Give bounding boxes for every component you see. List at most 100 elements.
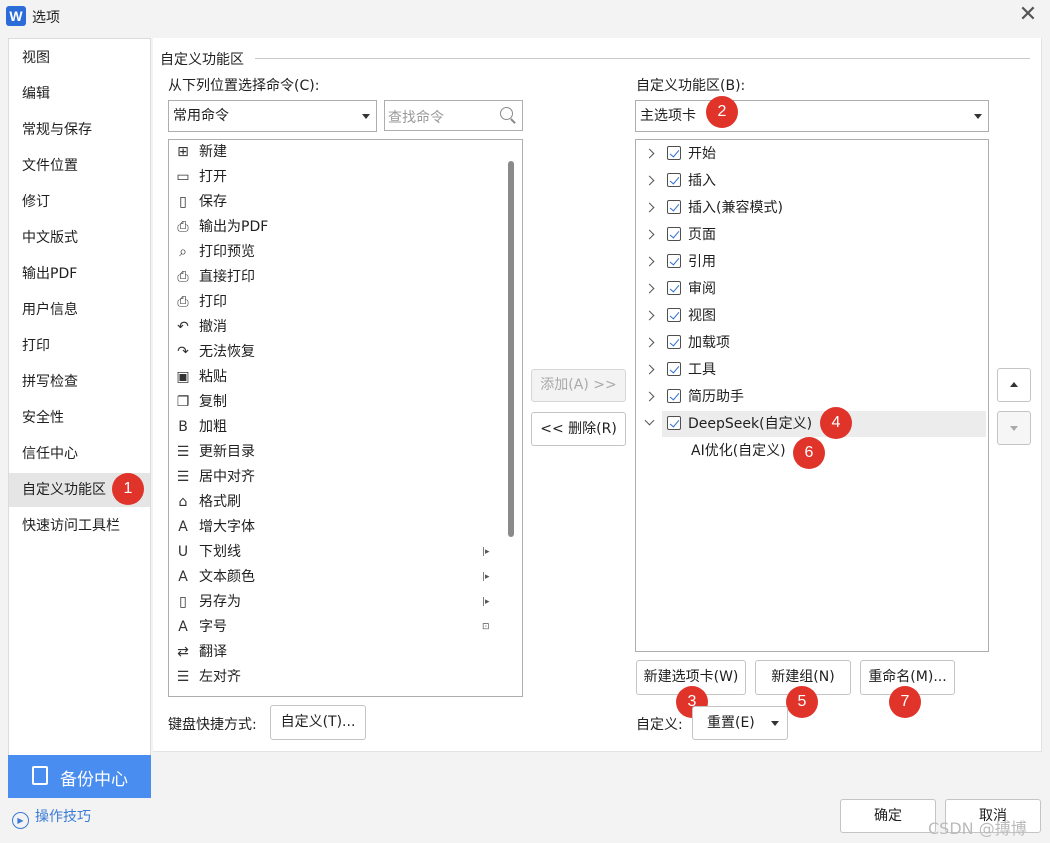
- command-item[interactable]: ⎙ 直接打印: [169, 265, 509, 290]
- command-item[interactable]: ⎙ 打印: [169, 290, 509, 315]
- search-icon: [500, 107, 513, 120]
- command-list-scrollbar[interactable]: [508, 161, 514, 537]
- ribbon-tab-node[interactable]: 视图: [636, 303, 988, 329]
- chevron-right-icon[interactable]: [644, 256, 655, 267]
- sidebar-item-revision[interactable]: 修订: [9, 185, 150, 219]
- sidebar-item-general-save[interactable]: 常规与保存: [9, 113, 150, 147]
- tab-checkbox[interactable]: [667, 254, 681, 268]
- tab-checkbox[interactable]: [667, 362, 681, 376]
- submenu-icon[interactable]: |▸: [482, 565, 490, 590]
- chevron-right-icon[interactable]: [644, 229, 655, 240]
- ribbon-tab-node[interactable]: DeepSeek(自定义): [636, 411, 988, 437]
- command-item[interactable]: ↶ 撤消: [169, 315, 509, 340]
- submenu-icon[interactable]: |▸: [482, 590, 490, 615]
- command-item[interactable]: ↷ 无法恢复: [169, 340, 509, 365]
- ribbon-tree[interactable]: 开始插入插入(兼容模式) 页面 引用 审阅 视图 加载项 工具 简历助手 DeepSeek(自定…: [635, 139, 989, 652]
- tips-link[interactable]: ▶ 操作技巧: [12, 806, 91, 829]
- sidebar-item-view[interactable]: 视图: [9, 41, 150, 75]
- move-down-button[interactable]: [997, 411, 1031, 445]
- ribbon-tab-node[interactable]: 引用: [636, 249, 988, 275]
- command-item[interactable]: A 字号 ⊡: [169, 615, 509, 640]
- dropdown-arrow-icon: [362, 114, 370, 119]
- ribbon-tab-node[interactable]: 工具: [636, 357, 988, 383]
- command-item[interactable]: ▯ 保存: [169, 190, 509, 215]
- ribbon-tab-node[interactable]: 插入: [636, 168, 988, 194]
- sidebar-item-spellcheck[interactable]: 拼写检查: [9, 365, 150, 399]
- tab-checkbox[interactable]: [667, 146, 681, 160]
- choose-from-dropdown[interactable]: 常用命令: [168, 100, 377, 132]
- ribbon-tab-node[interactable]: 简历助手: [636, 384, 988, 410]
- command-label: 居中对齐: [199, 469, 255, 485]
- ribbon-tab-node[interactable]: 审阅: [636, 276, 988, 302]
- sidebar-item-trust-center[interactable]: 信任中心: [9, 437, 150, 471]
- search-input[interactable]: 查找命令: [384, 100, 523, 131]
- tab-checkbox[interactable]: [667, 416, 681, 430]
- ok-button[interactable]: 确定: [840, 799, 936, 833]
- command-item[interactable]: ⌂ 格式刷: [169, 490, 509, 515]
- sidebar-item-edit[interactable]: 编辑: [9, 77, 150, 111]
- direct-print-icon: ⎙: [177, 269, 189, 285]
- sidebar-item-chinese-layout[interactable]: 中文版式: [9, 221, 150, 255]
- chevron-right-icon[interactable]: [644, 283, 655, 294]
- chevron-right-icon[interactable]: [644, 310, 655, 321]
- command-item[interactable]: A 增大字体: [169, 515, 509, 540]
- command-item[interactable]: ☰ 更新目录: [169, 440, 509, 465]
- command-item[interactable]: ⇄ 翻译: [169, 640, 509, 665]
- chevron-down-icon[interactable]: [644, 415, 655, 426]
- backup-center-button[interactable]: 备份中心: [8, 755, 151, 798]
- command-item[interactable]: ▭ 打开: [169, 165, 509, 190]
- submenu-icon[interactable]: ⊡: [482, 615, 490, 640]
- reset-dropdown-button[interactable]: 重置(E): [692, 706, 788, 740]
- tab-checkbox[interactable]: [667, 308, 681, 322]
- sidebar-item-print[interactable]: 打印: [9, 329, 150, 363]
- sidebar-item-export-pdf[interactable]: 输出PDF: [9, 257, 150, 291]
- sidebar-item-file-location[interactable]: 文件位置: [9, 149, 150, 183]
- tab-checkbox[interactable]: [667, 200, 681, 214]
- remove-button[interactable]: << 删除(R): [531, 412, 626, 446]
- chevron-right-icon[interactable]: [644, 175, 655, 186]
- tab-checkbox[interactable]: [667, 335, 681, 349]
- command-item[interactable]: ⌕ 打印预览: [169, 240, 509, 265]
- command-item[interactable]: U 下划线 |▸: [169, 540, 509, 565]
- tab-checkbox[interactable]: [667, 227, 681, 241]
- command-label: 保存: [199, 194, 227, 210]
- tab-checkbox[interactable]: [667, 173, 681, 187]
- sidebar-item-security[interactable]: 安全性: [9, 401, 150, 435]
- sidebar-item-quick-access[interactable]: 快速访问工具栏: [9, 509, 150, 543]
- customize-ribbon-dropdown[interactable]: 主选项卡: [635, 100, 989, 132]
- chevron-right-icon[interactable]: [644, 202, 655, 213]
- close-icon[interactable]: ✕: [1016, 3, 1040, 27]
- chevron-right-icon[interactable]: [644, 148, 655, 159]
- tab-label: 开始: [688, 146, 716, 162]
- command-item[interactable]: ☰ 居中对齐: [169, 465, 509, 490]
- tab-checkbox[interactable]: [667, 389, 681, 403]
- choose-from-value: 常用命令: [173, 108, 229, 124]
- section-title: 自定义功能区: [160, 52, 244, 68]
- command-item[interactable]: ⊞ 新建: [169, 140, 509, 165]
- command-label: 无法恢复: [199, 344, 255, 360]
- ribbon-tab-node[interactable]: 加载项: [636, 330, 988, 356]
- ribbon-tab-node[interactable]: 开始: [636, 141, 988, 167]
- add-button[interactable]: 添加(A) >>: [531, 369, 626, 402]
- sidebar-item-user-info[interactable]: 用户信息: [9, 293, 150, 327]
- ribbon-tab-node[interactable]: 插入(兼容模式): [636, 195, 988, 221]
- command-item[interactable]: ▣ 粘贴: [169, 365, 509, 390]
- move-up-button[interactable]: [997, 368, 1031, 402]
- bold-icon: B: [178, 419, 188, 435]
- command-list[interactable]: ⊞ 新建 ▭ 打开 ▯ 保存 ⎙ 输出为PDF ⌕ 打印预览 ⎙ 直接打印 ⎙ 打印 ↶ 撤消 ↷ 无法恢复 ▣ 粘贴…: [168, 139, 523, 697]
- tab-checkbox[interactable]: [667, 281, 681, 295]
- command-item[interactable]: ▯ 另存为 |▸: [169, 590, 509, 615]
- keyboard-customize-button[interactable]: 自定义(T)...: [270, 705, 366, 740]
- command-item[interactable]: ☰ 左对齐: [169, 665, 509, 690]
- command-item[interactable]: B 加粗: [169, 415, 509, 440]
- command-item[interactable]: A 文本颜色 |▸: [169, 565, 509, 590]
- command-item[interactable]: ⎙ 输出为PDF: [169, 215, 509, 240]
- command-item[interactable]: ❐ 复制: [169, 390, 509, 415]
- chevron-right-icon[interactable]: [644, 364, 655, 375]
- submenu-icon[interactable]: |▸: [482, 540, 490, 565]
- chevron-right-icon[interactable]: [644, 391, 655, 402]
- chevron-right-icon[interactable]: [644, 337, 655, 348]
- redo-icon: ↷: [177, 344, 189, 360]
- ribbon-tab-node[interactable]: 页面: [636, 222, 988, 248]
- tab-label: 插入: [688, 173, 716, 189]
